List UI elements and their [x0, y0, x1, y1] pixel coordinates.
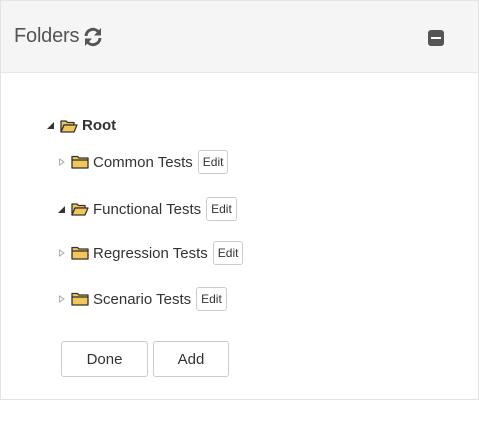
- edit-button[interactable]: Edit: [197, 150, 229, 174]
- expanded-toggle-icon[interactable]: [57, 205, 66, 214]
- folder-closed-icon: [71, 155, 89, 169]
- edit-button[interactable]: Edit: [212, 241, 244, 265]
- tree-node-scenario-tests[interactable]: Scenario Tests Edit: [57, 287, 227, 311]
- refresh-icon[interactable]: [82, 26, 104, 48]
- tree-node-label: Functional Tests: [93, 200, 202, 218]
- folder-open-icon: [60, 119, 78, 133]
- collapsed-toggle-icon[interactable]: [57, 248, 66, 258]
- collapse-button[interactable]: [428, 30, 444, 46]
- folder-open-icon: [71, 202, 89, 216]
- tree-node-functional-tests[interactable]: Functional Tests Edit: [57, 197, 237, 221]
- panel-title: Folders: [14, 25, 80, 47]
- tree-node-root[interactable]: Root: [46, 117, 116, 134]
- tree-node-label: Regression Tests: [93, 244, 208, 262]
- tree-node-label: Common Tests: [93, 153, 193, 171]
- edit-button[interactable]: Edit: [206, 197, 237, 221]
- collapsed-toggle-icon[interactable]: [57, 157, 66, 167]
- expanded-toggle-icon[interactable]: [46, 121, 55, 130]
- panel-header: Folders: [1, 0, 478, 73]
- collapsed-toggle-icon[interactable]: [57, 294, 66, 304]
- tree-node-label: Root: [82, 117, 117, 134]
- edit-button[interactable]: Edit: [196, 287, 227, 311]
- folder-closed-icon: [71, 246, 89, 260]
- tree-node-label: Scenario Tests: [93, 290, 192, 308]
- folders-panel: Folders Root Common Tests Edit Functiona…: [0, 0, 479, 400]
- done-button[interactable]: Done: [61, 341, 148, 377]
- folder-closed-icon: [71, 292, 89, 306]
- panel-title-group: Folders: [14, 25, 104, 48]
- tree-node-common-tests[interactable]: Common Tests Edit: [57, 150, 229, 174]
- tree-node-regression-tests[interactable]: Regression Tests Edit: [57, 241, 244, 265]
- add-button[interactable]: Add: [153, 341, 229, 377]
